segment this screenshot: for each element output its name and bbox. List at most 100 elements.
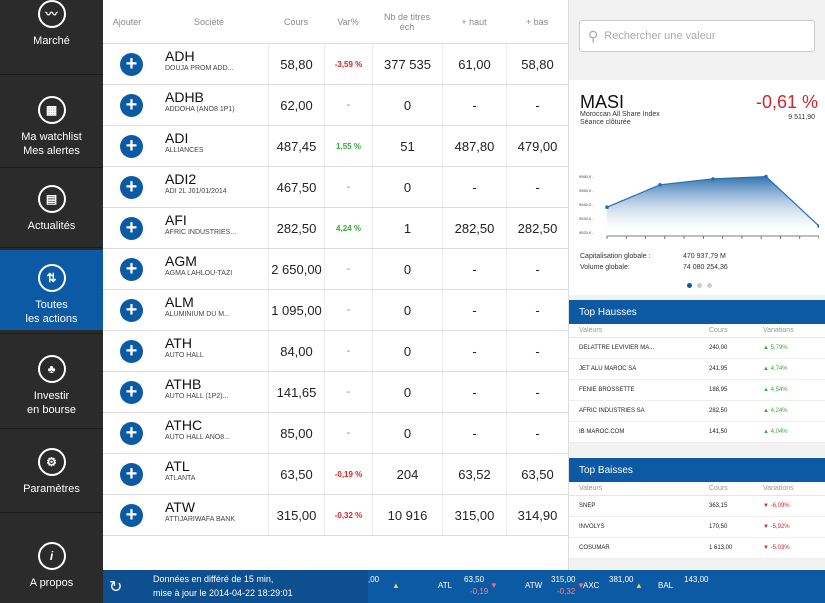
sidebar-item-label-2: les actions xyxy=(25,313,78,325)
valeur-name: DELATTRE LEVIVIER MA... xyxy=(579,345,655,351)
sidebar-item-watchlist[interactable]: ▦ Ma watchlist Mes alertes xyxy=(0,88,103,158)
company-name: AUTO HALL xyxy=(165,352,204,359)
valeur-variation: ▼ -5,92% xyxy=(763,524,790,530)
nb-titres-cell: 1 xyxy=(372,208,442,248)
add-button[interactable]: + xyxy=(120,53,143,76)
search-input[interactable]: ⚲ Rechercher une valeur xyxy=(579,20,815,52)
valeur-name: JET ALU MAROC SA xyxy=(579,366,637,372)
tb-valeurs: Valeurs xyxy=(579,485,603,492)
top-baisses-cols: Valeurs Cours Variations xyxy=(569,482,825,496)
ticker: ATL xyxy=(165,458,190,474)
sidebar-item-info[interactable]: i A propos xyxy=(0,534,103,603)
ticker-item[interactable]: ATL 63,50 -0,19 ▼ xyxy=(428,570,498,603)
nav-separator xyxy=(0,512,103,513)
nb-titres-cell: 0 xyxy=(372,290,442,330)
bas-cell: - xyxy=(506,372,568,412)
valeur-name: FENIE BROSSETTE xyxy=(579,387,635,393)
top_hausses-row[interactable]: FENIE BROSSETTE 188,95 ▲ 4,54% xyxy=(569,380,825,401)
add-button[interactable]: + xyxy=(120,217,143,240)
sidebar-item-tree[interactable]: ♣ Investir en bourse xyxy=(0,347,103,425)
masi-subtitle: Moroccan All Share Index xyxy=(580,111,660,118)
masi-card[interactable]: MASI Moroccan All Share Index Séance clô… xyxy=(569,80,825,295)
valeur-variation: ▲ 4,24% xyxy=(763,408,788,414)
cours-cell: 315,00 xyxy=(268,495,324,535)
table-row[interactable]: + ADI2 ADI 2L J01/01/2014 467,50-0- - xyxy=(103,167,568,208)
page-dot-2[interactable] xyxy=(697,283,702,288)
add-button[interactable]: + xyxy=(120,258,143,281)
bas-cell: - xyxy=(506,249,568,289)
haut-cell: 315,00 xyxy=(442,495,506,535)
sidebar-item-settings[interactable]: ⚙ Paramètres xyxy=(0,440,103,500)
table-row[interactable]: + ATL ATLANTA 63,50 -0,19 % 204 63,52 63,50 xyxy=(103,454,568,495)
top_baisses-row[interactable]: SNEP 363,15 ▼ -6,09% xyxy=(569,496,825,517)
add-button[interactable]: + xyxy=(120,135,143,158)
col-bas: + bas xyxy=(525,17,549,27)
company-name: ATLANTA xyxy=(165,475,196,482)
add-button[interactable]: + xyxy=(120,94,143,117)
sidebar-item-chart-line[interactable]: 〰 Marché xyxy=(0,0,103,50)
th-variations: Variations xyxy=(763,327,794,334)
table-row[interactable]: + ADH DOUJA PROM ADD... 58,80 -3,59 % 377 535… xyxy=(103,44,568,85)
valeur-variation: ▲ 4,54% xyxy=(763,387,788,393)
ticker-price: ,00 xyxy=(368,575,380,584)
nb-titres-cell: 0 xyxy=(372,249,442,289)
refresh-icon[interactable]: ↻ xyxy=(109,577,122,597)
nav-separator xyxy=(0,167,103,168)
add-button[interactable]: + xyxy=(120,299,143,322)
cours-cell: 84,00 xyxy=(268,331,324,371)
var-cell: - xyxy=(324,413,372,453)
table-row[interactable]: + ATHB AUTO HALL (1P2)... 141,65-0- - xyxy=(103,372,568,413)
sidebar-item-label: Ma watchlist xyxy=(21,131,82,143)
company-name: ALLIANCES xyxy=(165,147,204,154)
top_hausses-row[interactable]: JET ALU MAROC SA 241,95 ▲ 4,74% xyxy=(569,359,825,380)
table-row[interactable]: + AGM AGMA LAHLOU-TAZI 2 650,00-0- - xyxy=(103,249,568,290)
top_baisses-row[interactable]: INVOLYS 170,50 ▼ -5,92% xyxy=(569,517,825,538)
table-row[interactable]: + ATHC AUTO HALL ANO8... 85,00-0- - xyxy=(103,413,568,454)
add-button[interactable]: + xyxy=(120,422,143,445)
valeur-name: AFRIC INDUSTRIES SA xyxy=(579,408,645,414)
valeur-cours: 188,95 xyxy=(709,387,728,393)
valeur-cours: 141,50 xyxy=(709,429,728,435)
bas-cell: - xyxy=(506,167,568,207)
ticker-item[interactable]: AXC 381,00 ▲ xyxy=(573,570,643,603)
add-button[interactable]: + xyxy=(120,176,143,199)
valeur-variation: ▼ -5,03% xyxy=(763,545,790,551)
top_baisses-row[interactable]: COSUMAR 1 613,00 ▼ -5,03% xyxy=(569,538,825,559)
ticker-symbol: ATW xyxy=(525,581,543,590)
add-button[interactable]: + xyxy=(120,381,143,404)
valeur-variation: ▲ 4,74% xyxy=(763,366,788,372)
sidebar-item-label: Marché xyxy=(33,35,70,47)
sidebar-item-actions[interactable]: ⇅ Toutes les actions xyxy=(0,250,103,330)
page-indicator[interactable] xyxy=(687,283,712,288)
chart-point xyxy=(658,183,662,187)
chart-y-tick-label: 9520,0 - xyxy=(579,230,594,235)
add-button[interactable]: + xyxy=(120,504,143,527)
bas-cell: 58,80 xyxy=(506,44,568,84)
top_hausses-row[interactable]: IB MAROC.COM 141,50 ▲ 4,04% xyxy=(569,422,825,443)
table-row[interactable]: + ATH AUTO HALL 84,00-0- - xyxy=(103,331,568,372)
sidebar-item-news[interactable]: ▤ Actualités xyxy=(0,177,103,242)
ticker: ATW xyxy=(165,499,196,515)
add-button[interactable]: + xyxy=(120,340,143,363)
top_hausses-row[interactable]: AFRIC INDUSTRIES SA 282,50 ▲ 4,24% xyxy=(569,401,825,422)
table-row[interactable]: + ADI ALLIANCES 487,45 1,55 % 51 487,80 479,00 xyxy=(103,126,568,167)
table-row[interactable]: + AFI AFRIC INDUSTRIES... 282,50 4,24 % 1 282,… xyxy=(103,208,568,249)
page-dot-3[interactable] xyxy=(707,283,712,288)
valeur-name: INVOLYS xyxy=(579,524,605,530)
var-cell: - xyxy=(324,372,372,412)
company-name: ATTIJARIWAFA BANK xyxy=(165,516,236,523)
page-dot-1[interactable] xyxy=(687,283,692,288)
table-row[interactable]: + ADHB ADDOHA (ANO8 1P1) 62,00-0- - xyxy=(103,85,568,126)
add-button[interactable]: + xyxy=(120,463,143,486)
sidebar-item-label: Actualités xyxy=(27,220,76,232)
sidebar-item-label: A propos xyxy=(29,577,74,589)
cours-cell: 58,80 xyxy=(268,44,324,84)
table-row[interactable]: + ATW ATTIJARIWAFA BANK 315,00 -0,32 % 10 916… xyxy=(103,495,568,536)
right-panel: ⚲ Rechercher une valeur MASI Moroccan Al… xyxy=(568,0,825,570)
table-row[interactable]: + ALM ALUMINIUM DU M... 1 095,00-0- - xyxy=(103,290,568,331)
chart-y-tick-label: 9560,0 - xyxy=(579,174,594,179)
settings-icon: ⚙ xyxy=(37,448,66,476)
ticker-item[interactable]: BAL 143,00 xyxy=(648,570,718,603)
masi-variation: -0,61 % xyxy=(755,92,818,112)
top_hausses-row[interactable]: DELATTRE LEVIVIER MA... 240,00 ▲ 5,79% xyxy=(569,338,825,359)
